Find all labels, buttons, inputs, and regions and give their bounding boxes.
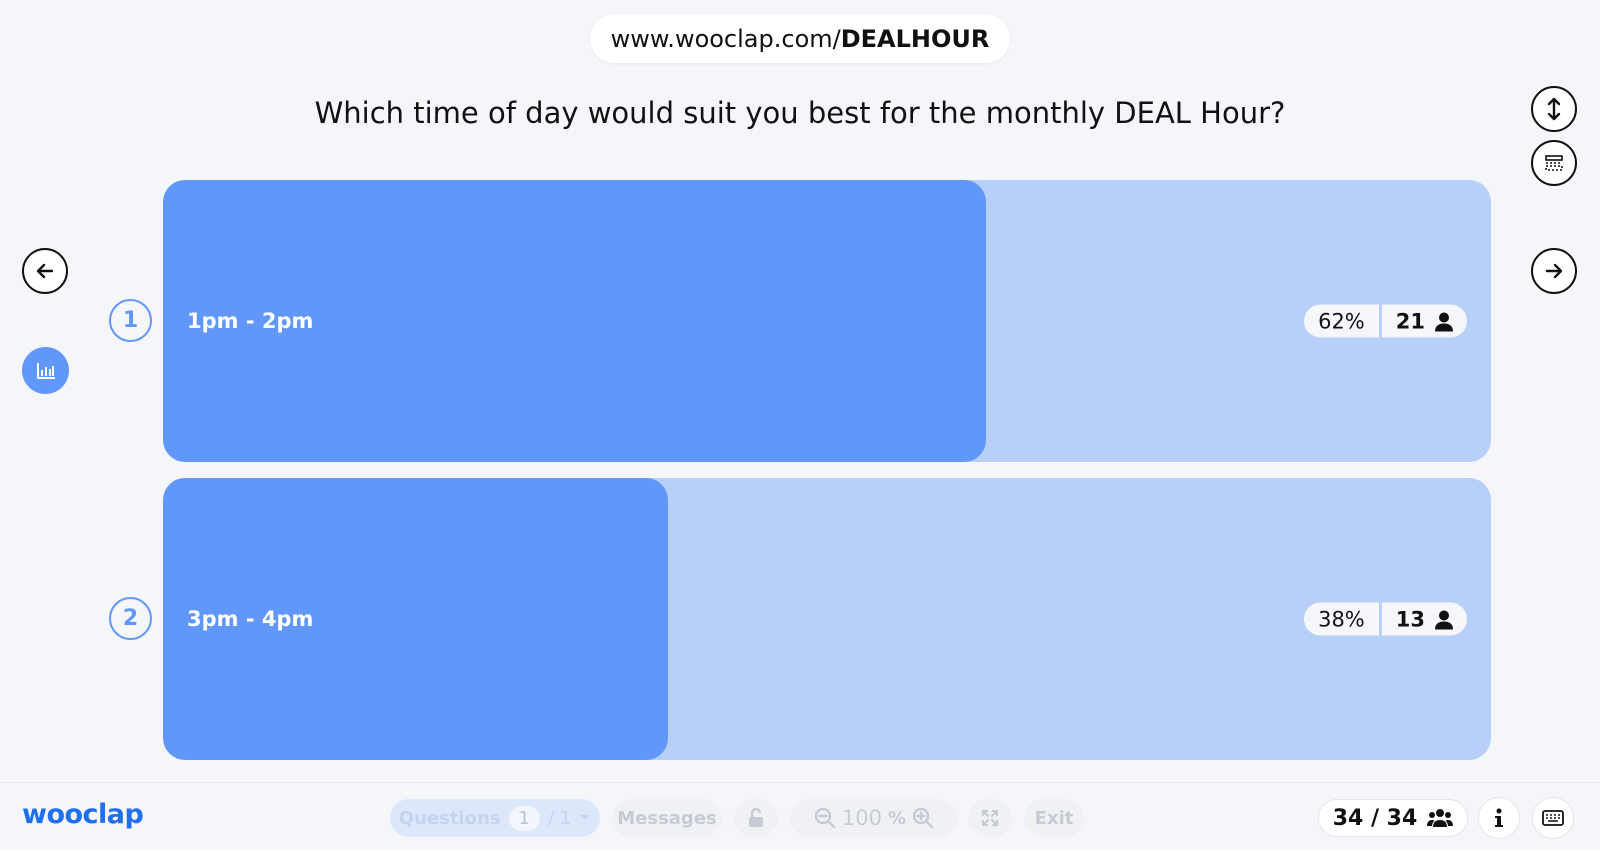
answer-label: 1pm - 2pm bbox=[187, 309, 314, 333]
messages-label: Messages bbox=[617, 807, 717, 829]
fullscreen-button[interactable] bbox=[968, 799, 1012, 837]
participants-count: 34 / 34 bbox=[1318, 799, 1468, 837]
questions-total: / 1 bbox=[547, 807, 572, 829]
grid-layout-icon bbox=[1545, 155, 1563, 171]
zoom-control: 100 % bbox=[790, 799, 958, 837]
fullscreen-icon bbox=[981, 809, 999, 827]
user-icon bbox=[1435, 312, 1453, 331]
lock-button[interactable] bbox=[734, 799, 778, 837]
questions-selector[interactable]: Questions 1 / 1 bbox=[390, 799, 600, 837]
layout-button[interactable] bbox=[1531, 140, 1577, 186]
answer-number: 1 bbox=[109, 299, 152, 342]
zoom-out-icon[interactable] bbox=[814, 807, 836, 829]
bar-chart-icon bbox=[36, 362, 55, 379]
arrow-left-icon bbox=[36, 263, 54, 279]
answer-row: 3pm - 4pm 38% 13 bbox=[163, 478, 1491, 760]
answer-percent: 62% bbox=[1304, 304, 1379, 338]
zoom-in-icon[interactable] bbox=[912, 807, 934, 829]
info-icon bbox=[1495, 808, 1503, 827]
join-url-code: DEALHOUR bbox=[840, 24, 990, 53]
caret-down-icon bbox=[580, 815, 591, 820]
keyboard-icon bbox=[1542, 810, 1564, 826]
wooclap-logo: wooclap bbox=[22, 799, 144, 830]
participants-value: 34 / 34 bbox=[1332, 805, 1418, 831]
arrow-right-icon bbox=[1545, 263, 1563, 279]
keyboard-shortcuts-button[interactable] bbox=[1532, 797, 1574, 839]
user-icon bbox=[1435, 610, 1453, 629]
answer-number: 2 bbox=[109, 597, 152, 640]
answer-count: 13 bbox=[1381, 602, 1467, 636]
exit-label: Exit bbox=[1034, 807, 1074, 829]
questions-current: 1 bbox=[508, 805, 540, 831]
next-button[interactable] bbox=[1531, 248, 1577, 294]
answer-stats: 62% 21 bbox=[1304, 304, 1467, 338]
zoom-unit: % bbox=[888, 807, 907, 829]
exit-button[interactable]: Exit bbox=[1024, 799, 1084, 837]
answer-count-value: 13 bbox=[1395, 607, 1425, 631]
resize-button[interactable] bbox=[1531, 86, 1577, 132]
lock-open-icon bbox=[749, 808, 763, 827]
answer-row: 1pm - 2pm 62% 21 bbox=[163, 180, 1491, 462]
answer-count-value: 21 bbox=[1395, 309, 1425, 333]
join-url[interactable]: www.wooclap.com/DEALHOUR bbox=[590, 14, 1010, 63]
join-url-prefix: www.wooclap.com/ bbox=[610, 24, 841, 53]
question-title: Which time of day would suit you best fo… bbox=[314, 96, 1286, 130]
zoom-value: 100 bbox=[841, 806, 883, 830]
answer-percent: 38% bbox=[1304, 602, 1379, 636]
results-chart-button[interactable] bbox=[22, 347, 69, 394]
vertical-resize-icon bbox=[1547, 97, 1561, 121]
answer-count: 21 bbox=[1381, 304, 1467, 338]
footer-toolbar: wooclap Questions 1 / 1 Messages 100 % E… bbox=[0, 782, 1600, 850]
answer-stats: 38% 13 bbox=[1304, 602, 1467, 636]
messages-button[interactable]: Messages bbox=[612, 799, 722, 837]
previous-button[interactable] bbox=[22, 248, 68, 294]
users-icon bbox=[1427, 809, 1454, 827]
questions-label: Questions bbox=[398, 807, 501, 829]
info-button[interactable] bbox=[1478, 797, 1520, 839]
answer-label: 3pm - 4pm bbox=[187, 607, 314, 631]
